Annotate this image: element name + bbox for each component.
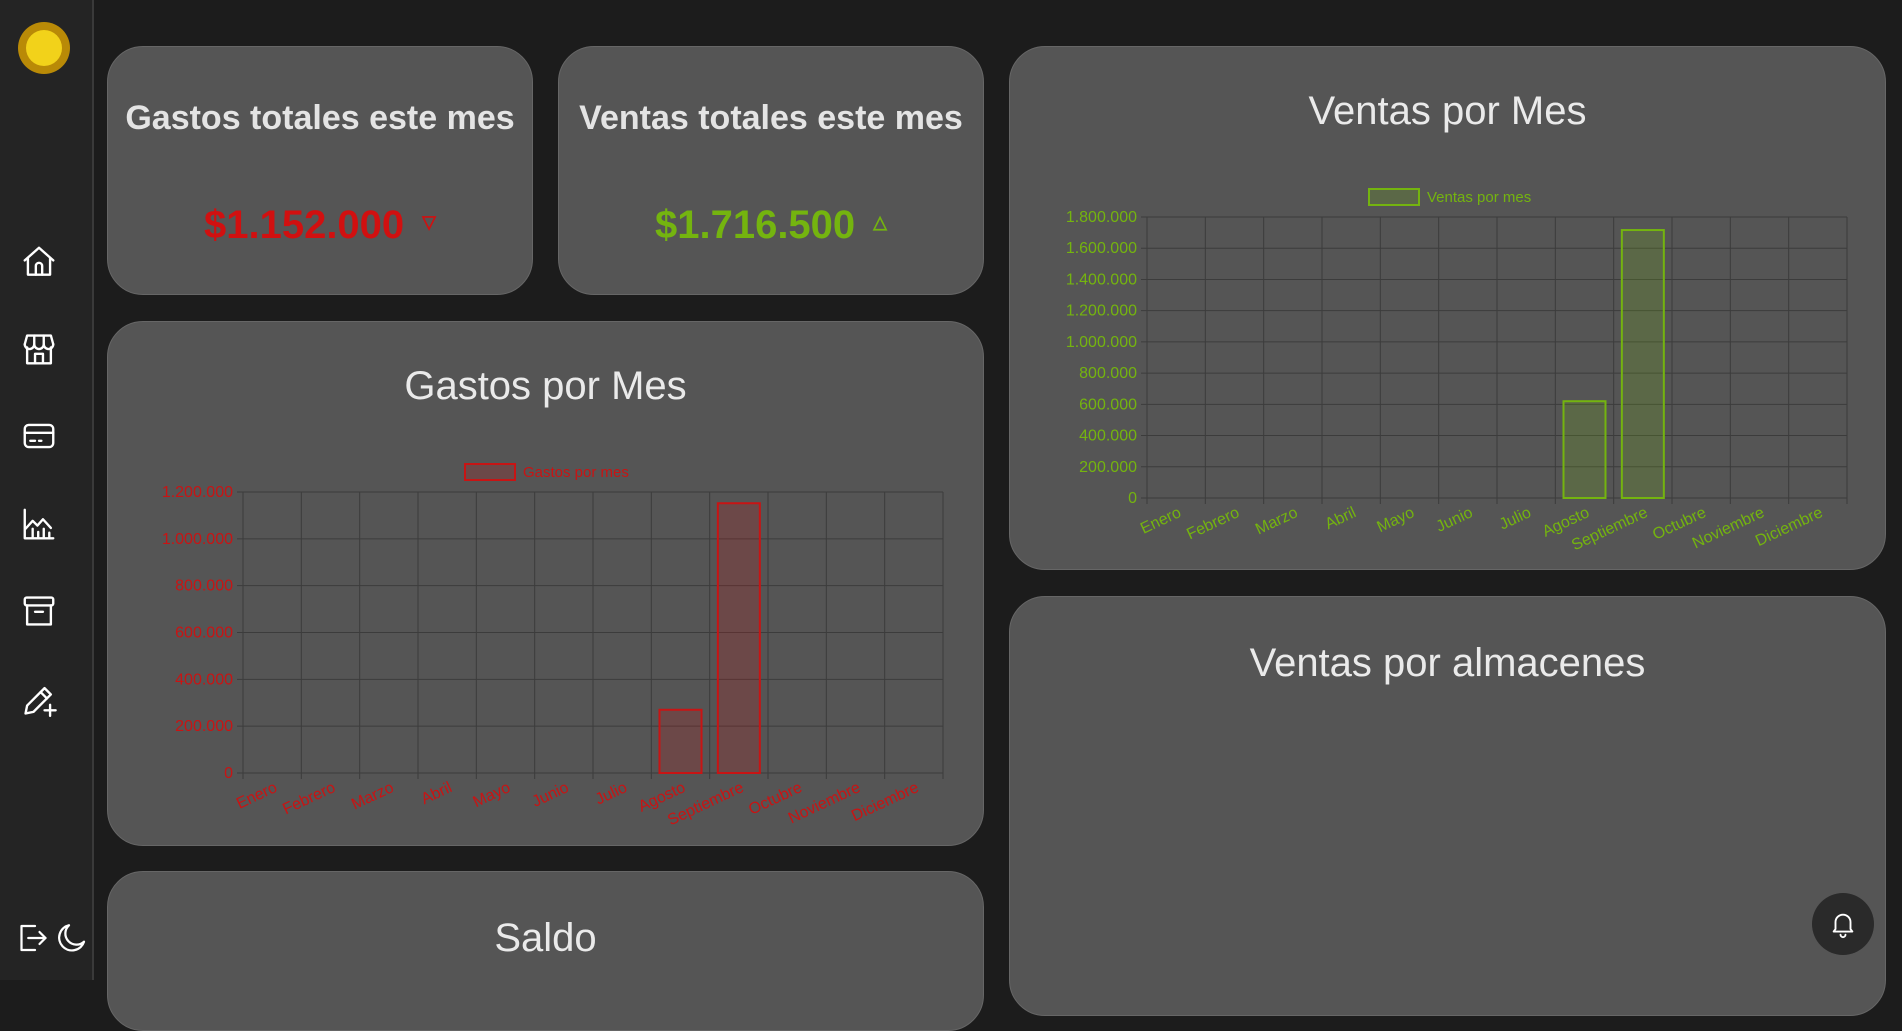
legend-swatch [464, 463, 516, 481]
sidebar [0, 0, 94, 980]
y-tick-label: 1.600.000 [1066, 240, 1137, 257]
x-tick-label: Diciembre [1753, 504, 1826, 550]
y-tick-label: 1.200.000 [1066, 303, 1137, 320]
almacenes-card: Ventas por almacenes [1009, 596, 1886, 1016]
y-tick-label: 800.000 [1079, 365, 1137, 382]
y-tick-label: 600.000 [175, 625, 233, 642]
x-tick-label: Julio [1497, 504, 1534, 533]
ventas-kpi-value-row: $1.716.500 △ [559, 203, 983, 248]
x-tick-label: Febrero [1184, 504, 1242, 543]
y-tick-label: 400.000 [175, 671, 233, 688]
moon-icon[interactable] [54, 920, 90, 956]
gastos-chart: 0 200.000 400.000 600.000 800.000 1.000.000 1.… [162, 463, 944, 829]
y-tick-label: 400.000 [1079, 428, 1137, 445]
ventas-kpi-value: $1.716.500 [654, 203, 856, 247]
ventas-kpi-title: Ventas totales este mes [579, 99, 963, 137]
gastos-kpi-value: $1.152.000 [203, 203, 405, 247]
legend-swatch [1368, 188, 1420, 206]
y-tick-label: 800.000 [175, 578, 233, 595]
gastos-kpi-value-row: $1.152.000 ▽ [108, 203, 532, 248]
bell-icon [1832, 913, 1854, 939]
legend-label: Gastos por mes [523, 464, 629, 481]
y-tick-label: 1.000.000 [1066, 334, 1137, 351]
sun-logo-inner [26, 30, 62, 66]
gastos-chart-card: Gastos por Mes 0 200.000 400.000 600.000 800… [107, 321, 984, 846]
almacenes-title: Ventas por almacenes [1249, 641, 1646, 685]
x-tick-label: Febrero [280, 779, 338, 818]
ventas-chart: 0 200.000 400.000 600.000 800.000 1.000.000 1.… [1066, 188, 1848, 554]
gastos-kpi-title: Gastos totales este mes [125, 99, 515, 137]
saldo-title: Saldo [494, 916, 597, 960]
home-icon[interactable] [20, 243, 58, 281]
notification-bell-button[interactable] [1812, 893, 1874, 955]
gastos-kpi-card: Gastos totales este mes $1.152.000 ▽ [107, 46, 533, 295]
bar-agosto [1562, 400, 1607, 500]
y-tick-label: 200.000 [175, 718, 233, 735]
x-tick-label: Marzo [1253, 504, 1301, 538]
y-tick-label: 200.000 [1079, 459, 1137, 476]
chart-icon[interactable] [20, 505, 58, 543]
archive-icon[interactable] [20, 592, 58, 630]
caret-up-icon: △ [873, 212, 888, 232]
ventas-kpi-card: Ventas totales este mes $1.716.500 △ [558, 46, 984, 295]
y-tick-label: 1.200.000 [162, 484, 233, 501]
y-tick-label: 0 [1128, 490, 1137, 507]
ventas-chart-card: Ventas por Mes 0 200.000 400.000 600.000 800… [1009, 46, 1886, 570]
credit-card-icon[interactable] [20, 417, 58, 455]
x-tick-label: Abril [419, 779, 455, 808]
x-tick-label: Mayo [1375, 504, 1418, 536]
y-tick-label: 600.000 [1079, 396, 1137, 413]
x-tick-label: Mayo [471, 779, 514, 811]
store-icon[interactable] [20, 330, 58, 368]
bar-septiembre [716, 502, 761, 775]
y-tick-label: 0 [224, 765, 233, 782]
y-tick-label: 1.000.000 [162, 531, 233, 548]
bar-agosto [658, 708, 703, 774]
x-tick-label: Abril [1323, 504, 1359, 533]
y-tick-label: 1.400.000 [1066, 271, 1137, 288]
logout-icon[interactable] [14, 920, 50, 956]
x-tick-label: Marzo [349, 779, 397, 813]
x-tick-label: Junio [1434, 504, 1476, 536]
caret-down-icon: ▽ [422, 212, 437, 232]
x-tick-label: Julio [593, 779, 630, 808]
saldo-card: Saldo [107, 871, 984, 1031]
x-tick-label: Junio [530, 779, 572, 811]
x-tick-label: Enero [234, 779, 280, 812]
y-tick-label: 1.800.000 [1066, 209, 1137, 226]
edit-add-icon[interactable] [20, 681, 58, 719]
legend-label: Ventas por mes [1427, 189, 1531, 206]
sun-logo[interactable] [18, 22, 70, 74]
x-tick-label: Enero [1138, 504, 1184, 537]
x-tick-label: Diciembre [849, 779, 922, 825]
bar-septiembre [1620, 229, 1665, 499]
